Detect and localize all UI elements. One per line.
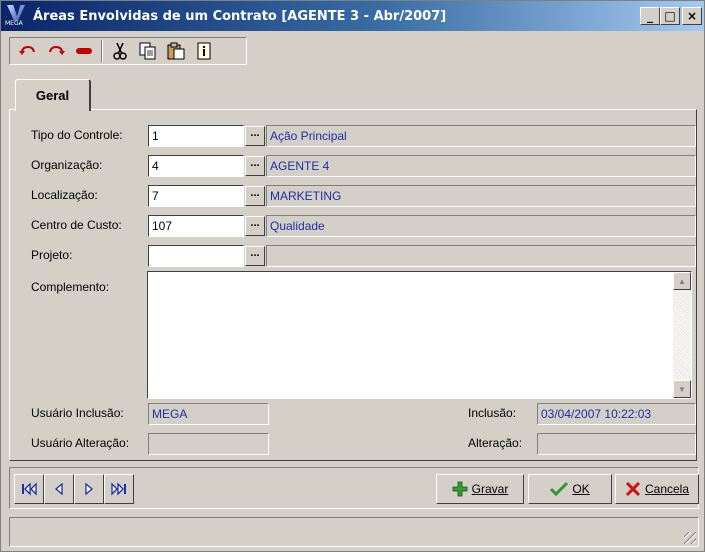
tipo-controle-lookup-button[interactable]: ... (245, 126, 265, 146)
usuario-inclusao-label: Usuário Inclusão: (31, 406, 124, 420)
app-icon-label: MEGA (5, 20, 23, 27)
usuario-alteracao-value (148, 433, 269, 455)
copy-icon (139, 42, 156, 60)
centro-custo-lookup-button[interactable]: ... (245, 216, 265, 236)
tipo-controle-input[interactable]: 1 (148, 125, 244, 147)
info-button[interactable] (190, 39, 218, 63)
copy-button[interactable] (134, 39, 162, 63)
tipo-controle-description: Ação Principal (266, 125, 696, 147)
cancela-label: Cancela (644, 482, 690, 496)
centro-custo-label: Centro de Custo: (31, 218, 122, 232)
scroll-down-icon[interactable]: ▼ (673, 380, 691, 398)
paste-button[interactable] (162, 39, 190, 63)
localizacao-lookup-button[interactable]: ... (245, 186, 265, 206)
projeto-label: Projeto: (31, 248, 73, 262)
window-title: Áreas Envolvidas de um Contrato [AGENTE … (33, 8, 447, 24)
cut-icon (113, 42, 127, 60)
organizacao-input[interactable]: 4 (148, 155, 244, 177)
status-bar (9, 517, 699, 547)
tipo-controle-label: Tipo do Controle: (31, 128, 123, 142)
last-record-icon (111, 482, 126, 496)
first-record-icon (22, 482, 37, 496)
organizacao-description: AGENTE 4 (266, 155, 696, 177)
cut-button[interactable] (106, 39, 134, 63)
previous-record-button[interactable] (44, 474, 74, 504)
tab-strip: Geral (9, 75, 697, 111)
tab-geral[interactable]: Geral (15, 79, 91, 111)
previous-record-icon (54, 482, 63, 496)
undo-icon (19, 45, 35, 55)
app-icon[interactable]: MEGA (5, 5, 27, 27)
info-icon (197, 42, 211, 60)
ok-button[interactable]: OK (528, 474, 612, 504)
projeto-input[interactable] (148, 245, 244, 267)
localizacao-input[interactable]: 7 (148, 185, 244, 207)
toolbar (9, 37, 247, 65)
first-record-button[interactable] (14, 474, 44, 504)
inclusao-label: Inclusão: (468, 406, 517, 420)
complemento-scrollbar[interactable]: ▲ ▼ (673, 272, 691, 398)
ok-label: OK (572, 482, 590, 496)
next-record-icon (85, 482, 94, 496)
action-bar: Gravar OK Cancela (9, 467, 699, 509)
complemento-textarea[interactable]: ▲ ▼ (147, 271, 692, 399)
organizacao-lookup-button[interactable]: ... (245, 156, 265, 176)
localizacao-description: MARKETING (266, 185, 696, 207)
usuario-alteracao-label: Usuário Alteração: (31, 436, 130, 450)
inclusao-value: 03/04/2007 10:22:03 (537, 403, 696, 425)
next-record-button[interactable] (74, 474, 104, 504)
alteracao-label: Alteração: (468, 436, 523, 450)
contract-areas-window: MEGA Áreas Envolvidas de um Contrato [AG… (0, 0, 705, 552)
delete-icon (76, 48, 92, 54)
title-bar[interactable]: MEGA Áreas Envolvidas de um Contrato [AG… (1, 1, 704, 31)
gravar-label: Gravar (471, 482, 509, 496)
last-record-button[interactable] (104, 474, 134, 504)
complemento-label: Complemento: (31, 280, 110, 294)
cancela-button[interactable]: Cancela (615, 474, 699, 504)
undo-button[interactable] (14, 39, 42, 63)
centro-custo-input[interactable]: 107 (148, 215, 244, 237)
checkmark-icon (550, 481, 569, 497)
save-plus-icon (452, 481, 468, 497)
usuario-inclusao-value: MEGA (148, 403, 269, 425)
maximize-button[interactable]: □ (660, 7, 680, 25)
delete-button[interactable] (70, 39, 98, 63)
paste-icon (167, 42, 185, 60)
alteracao-value (537, 433, 696, 455)
resize-grip-icon[interactable] (684, 532, 696, 544)
redo-icon (49, 45, 65, 55)
projeto-lookup-button[interactable]: ... (245, 246, 265, 266)
scroll-up-icon[interactable]: ▲ (673, 272, 691, 290)
projeto-description (266, 245, 696, 267)
localizacao-label: Localização: (31, 188, 98, 202)
toolbar-separator (101, 40, 103, 62)
gravar-button[interactable]: Gravar (436, 474, 524, 504)
organizacao-label: Organização: (31, 158, 103, 172)
close-button[interactable]: × (682, 7, 702, 25)
tab-geral-label: Geral (35, 88, 70, 103)
minimize-button[interactable]: _ (640, 7, 660, 25)
centro-custo-description: Qualidade (266, 215, 696, 237)
cancel-x-icon (625, 481, 641, 497)
redo-button[interactable] (42, 39, 70, 63)
